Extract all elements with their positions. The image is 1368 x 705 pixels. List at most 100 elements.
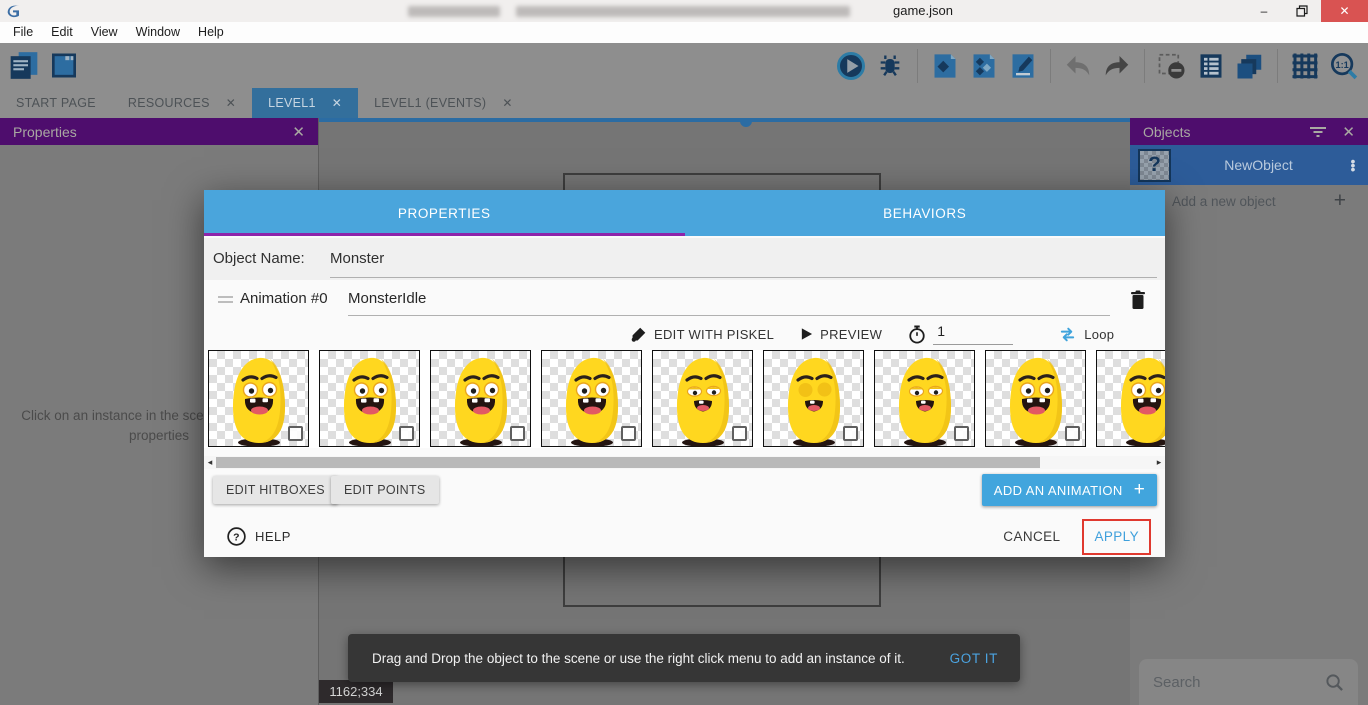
file-edit-icon[interactable]	[1007, 50, 1039, 82]
file-cubes-icon[interactable]	[968, 50, 1000, 82]
project-manager-icon[interactable]	[8, 50, 40, 82]
toolbar-separator	[1144, 49, 1145, 83]
tab-level1[interactable]: LEVEL1✕	[252, 88, 358, 118]
brush-icon	[630, 326, 647, 343]
menu-window[interactable]: Window	[127, 22, 189, 43]
scroll-right-icon[interactable]: ▸	[1154, 456, 1164, 469]
tab-properties[interactable]: PROPERTIES	[204, 190, 685, 236]
animation-frame[interactable]	[985, 350, 1086, 447]
animation-frame[interactable]	[1096, 350, 1165, 447]
file-cube-icon[interactable]	[929, 50, 961, 82]
edit-buttons-row: EDIT HITBOXES EDIT POINTS ADD AN ANIMATI…	[204, 474, 1165, 508]
tab-label: RESOURCES	[128, 96, 210, 110]
cancel-button[interactable]: CANCEL	[1003, 529, 1060, 544]
toolbar-left-group	[0, 50, 80, 82]
editor-tabs: START PAGERESOURCES✕LEVEL1✕LEVEL1 (EVENT…	[0, 88, 1368, 118]
tab-start-page[interactable]: START PAGE	[0, 88, 112, 118]
objects-panel-title: Objects	[1143, 124, 1310, 140]
grid-icon[interactable]	[1289, 50, 1321, 82]
frame-checkbox[interactable]	[399, 426, 414, 441]
layers-icon[interactable]	[1234, 50, 1266, 82]
close-button[interactable]: ✕	[1321, 0, 1368, 22]
add-animation-button[interactable]: ADD AN ANIMATION +	[982, 474, 1157, 506]
edit-hitboxes-button[interactable]: EDIT HITBOXES	[213, 476, 338, 504]
play-icon[interactable]	[835, 50, 867, 82]
mask-icon[interactable]	[1156, 50, 1188, 82]
tab-level1-events[interactable]: LEVEL1 (EVENTS) ✕	[358, 88, 529, 118]
frame-checkbox[interactable]	[621, 426, 636, 441]
close-icon[interactable]: ✕	[502, 96, 512, 110]
frame-checkbox[interactable]	[843, 426, 858, 441]
menu-help[interactable]: Help	[189, 22, 233, 43]
menu-file[interactable]: File	[4, 22, 42, 43]
scroll-left-icon[interactable]: ◂	[205, 456, 215, 469]
frame-checkbox[interactable]	[288, 426, 303, 441]
redacted-title-segment	[408, 6, 500, 17]
edit-points-button[interactable]: EDIT POINTS	[331, 476, 439, 504]
tab-label: START PAGE	[16, 96, 96, 110]
close-icon[interactable]: ✕	[226, 96, 236, 110]
zoom-1-1-icon[interactable]: 1:1	[1328, 50, 1360, 82]
main-toolbar: 1:1	[0, 43, 1368, 88]
scrollbar-thumb[interactable]	[216, 457, 1040, 468]
title-bar: game.json – ✕	[0, 0, 1368, 22]
animation-frame[interactable]	[541, 350, 642, 447]
menu-view[interactable]: View	[82, 22, 127, 43]
dialog-tabs: PROPERTIES BEHAVIORS	[204, 190, 1165, 236]
frame-checkbox[interactable]	[510, 426, 525, 441]
instances-list-icon[interactable]	[1195, 50, 1227, 82]
tab-behaviors[interactable]: BEHAVIORS	[685, 190, 1166, 236]
loop-toggle[interactable]: Loop	[1084, 327, 1114, 342]
undo-icon[interactable]	[1062, 50, 1094, 82]
frame-checkbox[interactable]	[732, 426, 747, 441]
frame-checkbox[interactable]	[954, 426, 969, 441]
preview-button[interactable]: PREVIEW	[820, 327, 882, 342]
object-name-label: Object Name:	[213, 250, 305, 267]
animation-frame[interactable]	[652, 350, 753, 447]
restore-button[interactable]	[1283, 0, 1321, 22]
close-icon[interactable]: ✕	[332, 96, 342, 110]
frames-scrollbar[interactable]: ◂ ▸	[204, 456, 1165, 469]
scene-top-handle[interactable]	[740, 118, 752, 127]
animation-frames-strip	[204, 350, 1165, 448]
time-between-frames-input[interactable]: 1	[933, 323, 1013, 345]
edit-with-piskel-button[interactable]: EDIT WITH PISKEL	[654, 327, 774, 342]
got-it-button[interactable]: GOT IT	[950, 651, 998, 666]
svg-text:?: ?	[233, 532, 240, 543]
animation-name-field[interactable]: MonsterIdle	[348, 290, 1110, 316]
tab-resources[interactable]: RESOURCES ✕	[112, 88, 252, 118]
animation-frame[interactable]	[319, 350, 420, 447]
stopwatch-icon	[908, 325, 926, 344]
drag-handle-icon[interactable]	[218, 296, 233, 306]
object-name-field[interactable]: Monster	[330, 250, 1157, 278]
delete-animation-button[interactable]	[1125, 287, 1151, 313]
apply-button[interactable]: APPLY	[1094, 529, 1139, 544]
close-icon[interactable]: ✕	[1342, 123, 1355, 141]
add-object-row[interactable]: Add a new object +	[1130, 185, 1368, 217]
help-button[interactable]: ? HELP	[227, 527, 291, 546]
object-list-item[interactable]: ? NewObject •••	[1130, 145, 1368, 185]
tab-label: LEVEL1 (EVENTS)	[374, 96, 486, 110]
object-search-input[interactable]: Search	[1139, 659, 1358, 705]
filter-icon[interactable]	[1310, 126, 1326, 138]
start-page-icon[interactable]	[48, 50, 80, 82]
animation-frame[interactable]	[763, 350, 864, 447]
properties-panel-header: Properties ✕	[0, 118, 318, 145]
menu-edit[interactable]: Edit	[42, 22, 82, 43]
debug-icon[interactable]	[874, 50, 906, 82]
animation-frame[interactable]	[208, 350, 309, 447]
object-editor-dialog: PROPERTIES BEHAVIORS Object Name: Monste…	[204, 190, 1165, 557]
redo-icon[interactable]	[1101, 50, 1133, 82]
loop-icon[interactable]	[1058, 326, 1077, 343]
close-icon[interactable]: ✕	[292, 123, 305, 141]
frame-checkbox[interactable]	[1065, 426, 1080, 441]
minimize-button[interactable]: –	[1245, 0, 1283, 22]
kebab-menu-icon[interactable]: •••	[1346, 159, 1360, 171]
scene-top-border	[319, 118, 1130, 122]
animation-frame[interactable]	[874, 350, 975, 447]
toolbar-right-group: 1:1	[835, 49, 1360, 83]
animation-frame[interactable]	[430, 350, 531, 447]
snackbar-message: Drag and Drop the object to the scene or…	[372, 651, 950, 666]
add-object-label: Add a new object	[1172, 194, 1334, 209]
animation-row: Animation #0 MonsterIdle	[204, 282, 1165, 320]
